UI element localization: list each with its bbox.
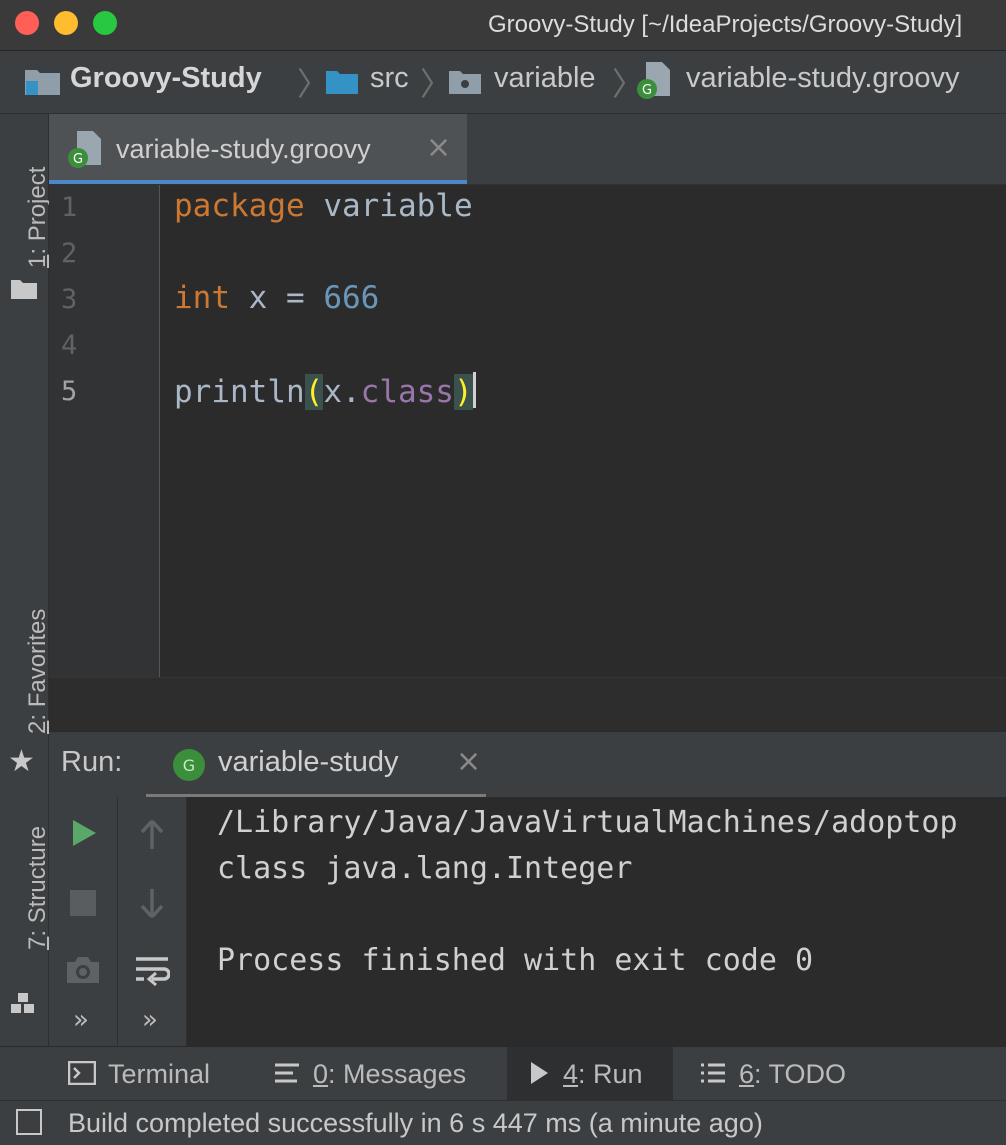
line-number-gutter: 1 2 3 4 5 (49, 185, 160, 677)
breadcrumb: Groovy-Study 〉 src 〉 variable 〉 G variab… (0, 51, 1006, 114)
left-tool-strip: 1: Project 2: Favorites ★ 7: Structure (0, 114, 52, 1046)
run-toolbar-secondary: » (118, 797, 187, 1046)
editor-tab-bar: G variable-study.groovy × (49, 114, 1006, 185)
console-line: class java.lang.Integer (217, 851, 633, 886)
editor-footer (49, 677, 1006, 732)
groovy-file-icon: G (636, 61, 672, 106)
console-line: /Library/Java/JavaVirtualMachines/adopto… (217, 805, 958, 840)
arrow-up-icon[interactable] (139, 819, 165, 855)
zoom-window-button[interactable] (93, 11, 117, 35)
soft-wrap-icon[interactable] (134, 955, 171, 991)
project-tool-button[interactable]: 1: Project (24, 167, 52, 268)
line-number: 5 (61, 376, 78, 407)
close-tab-icon[interactable]: × (426, 130, 451, 165)
terminal-icon (67, 1049, 97, 1103)
tab-terminal[interactable]: Terminal (67, 1047, 210, 1103)
code-line-3: int x = 666 (174, 280, 380, 316)
line-number: 2 (61, 238, 78, 269)
svg-text:G: G (73, 152, 83, 167)
tab-messages[interactable]: 0: Messages (273, 1047, 466, 1101)
rerun-icon[interactable] (71, 819, 97, 851)
more-actions-icon[interactable]: » (142, 1005, 158, 1035)
source-folder-icon (325, 68, 359, 101)
tool-window-toggle-icon[interactable] (16, 1109, 42, 1135)
minimize-window-button[interactable] (54, 11, 78, 35)
line-number: 4 (61, 330, 78, 361)
status-bar: Build completed successfully in 6 s 447 … (0, 1100, 1006, 1145)
tab-run[interactable]: 4: Run (507, 1047, 673, 1101)
folder-icon (10, 278, 38, 304)
messages-icon (273, 1049, 301, 1103)
structure-tool-button[interactable]: 7: Structure (24, 826, 52, 950)
arrow-down-icon[interactable] (139, 887, 165, 923)
window-title: Groovy-Study [~/IdeaProjects/Groovy-Stud… (488, 11, 963, 38)
more-actions-icon[interactable]: » (73, 1005, 89, 1035)
tab-todo[interactable]: 6: TODO (699, 1047, 846, 1101)
code-editor[interactable]: package variable int x = 666 println(x.c… (160, 185, 1006, 677)
tab-label: variable-study.groovy (116, 134, 371, 164)
text-caret (472, 372, 476, 408)
groovy-file-icon: G (67, 130, 103, 174)
structure-icon (10, 992, 36, 1018)
line-number: 1 (61, 192, 78, 223)
breadcrumb-item-src[interactable]: src (370, 62, 409, 95)
bottom-tool-tabs: Terminal 0: Messages 4: Run 6: TODO (0, 1046, 1006, 1101)
window-title-bar: Groovy-Study [~/IdeaProjects/Groovy-Stud… (0, 0, 1006, 51)
code-line-5: println(x.class) (174, 372, 476, 410)
status-message: Build completed successfully in 6 s 447 … (68, 1108, 763, 1138)
run-toolbar-primary: » (49, 797, 118, 1046)
line-number: 3 (61, 284, 78, 315)
breadcrumb-item-project[interactable]: Groovy-Study (70, 62, 262, 95)
close-tab-icon[interactable]: × (456, 744, 481, 779)
favorites-tool-button[interactable]: 2: Favorites (24, 609, 52, 734)
tab-run-variable-study[interactable]: G variable-study × (146, 732, 486, 798)
run-console[interactable]: /Library/Java/JavaVirtualMachines/adopto… (187, 797, 1006, 1046)
tab-variable-study-groovy[interactable]: G variable-study.groovy × (49, 114, 467, 184)
groovy-script-icon: G (172, 748, 206, 786)
code-line-1: package variable (174, 188, 473, 224)
todo-icon (699, 1049, 727, 1103)
run-panel-header: Run: G variable-study × (49, 731, 1006, 798)
run-panel-label: Run: (61, 746, 123, 778)
run-icon (529, 1049, 549, 1103)
camera-icon[interactable] (65, 955, 101, 989)
breadcrumb-item-variable[interactable]: variable (494, 62, 596, 95)
close-window-button[interactable] (15, 11, 39, 35)
console-line: Process finished with exit code 0 (217, 943, 814, 978)
project-folder-icon (24, 67, 62, 102)
run-tab-label: variable-study (218, 746, 399, 778)
stop-icon[interactable] (70, 890, 96, 916)
star-icon: ★ (8, 744, 35, 779)
svg-text:G: G (183, 756, 195, 775)
svg-text:G: G (642, 83, 652, 98)
package-icon (448, 68, 482, 101)
breadcrumb-item-file[interactable]: variable-study.groovy (686, 62, 959, 95)
